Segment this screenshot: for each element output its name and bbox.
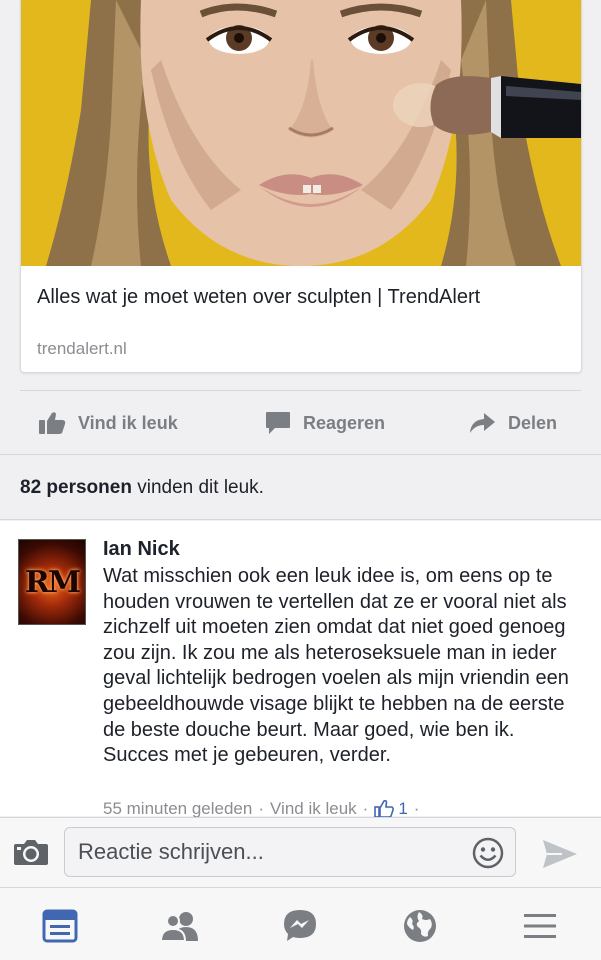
share-arrow-icon [470,413,495,433]
likes-summary[interactable]: 82 personen vinden dit leuk. [20,477,264,499]
link-preview-title[interactable]: Alles wat je moet weten over sculpten | … [37,283,557,311]
link-preview-card[interactable]: Alles wat je moet weten over sculpten | … [20,0,582,373]
comment-like-count[interactable]: 1 [398,799,407,819]
avatar-text: RM [24,564,81,600]
meta-separator: · [362,799,369,818]
comment-button[interactable]: Reageren [265,392,385,454]
send-icon[interactable] [542,839,578,869]
messenger-icon [284,910,316,941]
meta-separator: · [413,799,420,818]
share-button-label: Delen [508,412,558,433]
tab-menu[interactable] [520,906,560,946]
speech-bubble-icon [266,412,290,434]
comment: RM Ian Nick Wat misschien ook een leuk i… [0,521,601,819]
comment-author[interactable]: Ian Nick [103,538,180,561]
like-button-label: Vind ik leuk [78,412,178,433]
comment-timestamp: 55 minuten geleden [103,799,253,818]
news-feed-icon [42,909,78,943]
comment-input[interactable] [64,827,516,877]
post-action-bar: Vind ik leuk Reageren Delen [0,392,601,454]
camera-icon[interactable] [13,838,49,866]
bottom-tab-bar [0,887,601,960]
comment-text: Wat misschien ook een leuk idee is, om e… [103,565,569,767]
thumbs-up-icon [39,412,66,434]
globe-icon [404,910,436,942]
comment-button-label: Reageren [303,412,386,433]
emoji-icon[interactable] [472,837,504,869]
friends-icon [160,912,198,942]
like-button[interactable]: Vind ik leuk [38,392,178,454]
link-preview-image [21,0,581,266]
comment-like-link[interactable]: Vind ik leuk [270,799,357,819]
link-preview-domain: trendalert.nl [37,339,127,358]
divider [0,519,601,520]
tab-news-feed[interactable] [40,906,80,946]
avatar[interactable]: RM [18,539,86,625]
share-button[interactable]: Delen [469,392,557,454]
likes-count: 82 personen [20,477,132,498]
divider [0,454,601,455]
comment-composer [0,817,601,888]
tab-messenger[interactable] [280,906,320,946]
meta-separator: · [258,799,265,818]
tab-notifications[interactable] [400,906,440,946]
menu-icon [524,914,556,938]
likes-suffix: vinden dit leuk. [131,477,264,498]
comment-meta: 55 minuten geleden · Vind ik leuk · 1 · [103,799,425,819]
divider [20,390,581,391]
thumbs-up-icon [374,800,395,818]
tab-friends[interactable] [160,906,200,946]
